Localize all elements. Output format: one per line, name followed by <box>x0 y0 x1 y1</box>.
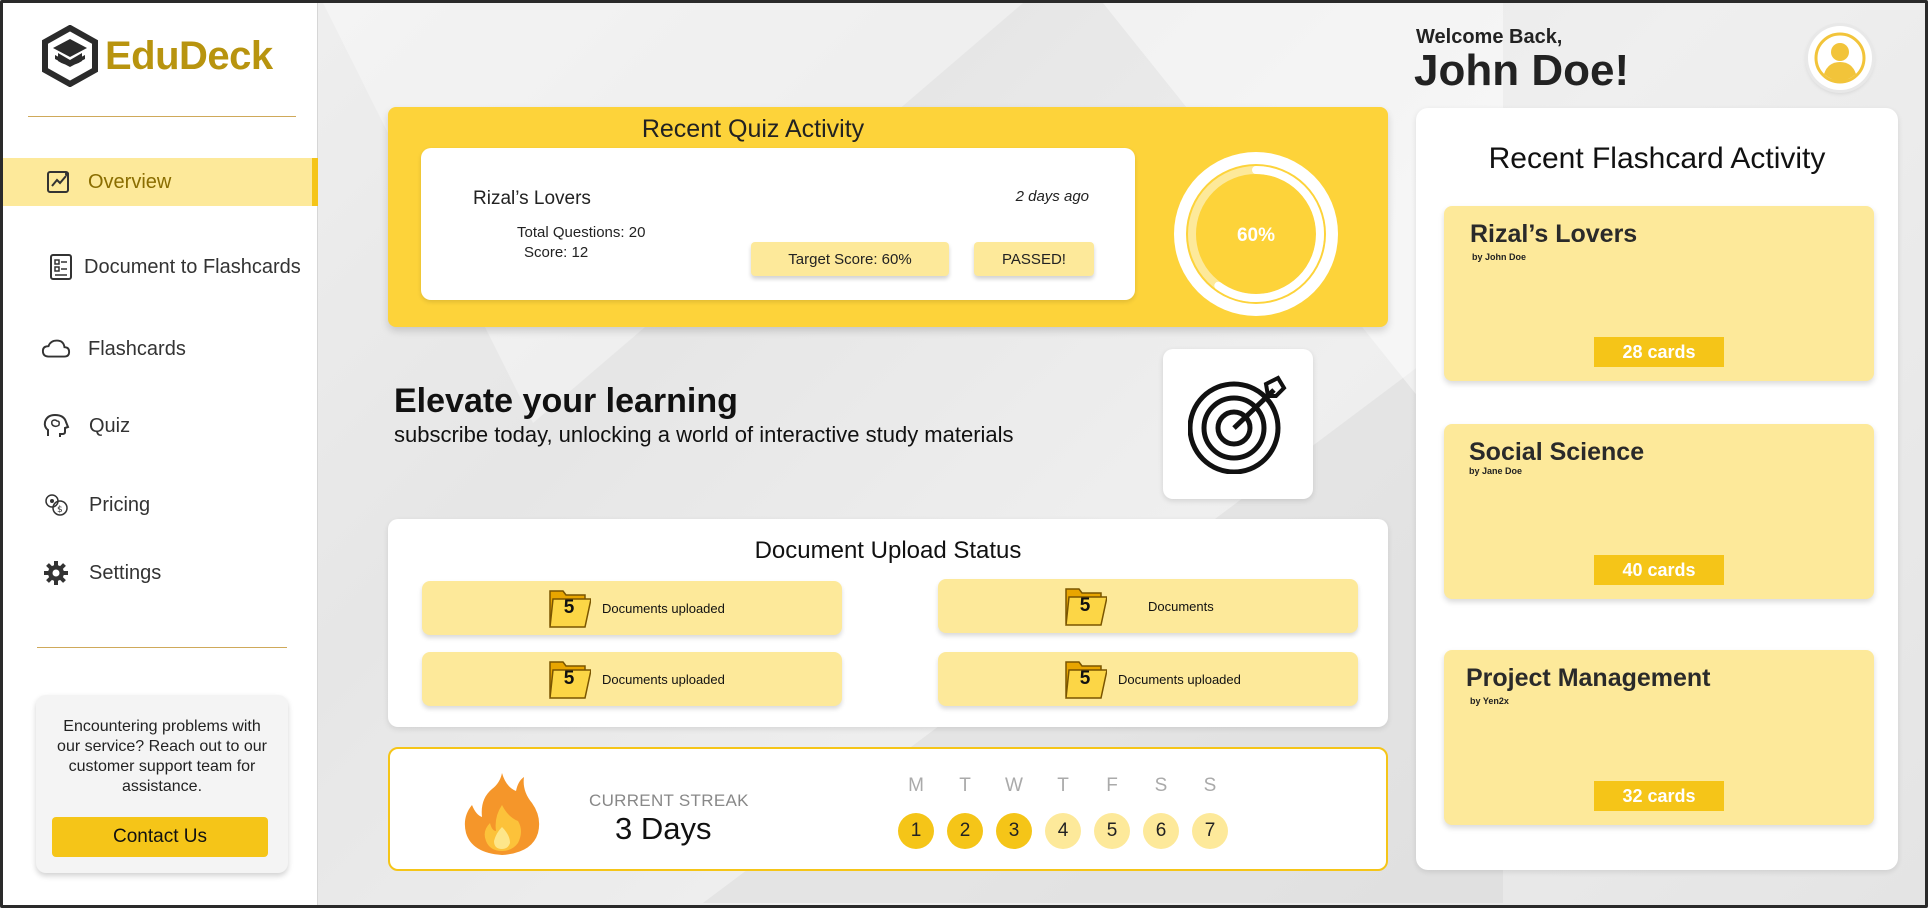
section-title: Recent Quiz Activity <box>641 115 865 143</box>
nav-label: Pricing <box>89 493 151 516</box>
divider <box>28 116 296 117</box>
upload-count: 5 <box>1079 595 1091 616</box>
nav-label: Settings <box>89 561 162 584</box>
weekday-dot[interactable]: 3 <box>996 813 1032 849</box>
upload-count: 5 <box>1079 668 1091 689</box>
weekday-letter: M <box>908 775 924 796</box>
card-count-badge: 40 cards <box>1594 555 1724 585</box>
nav-pricing[interactable]: $ Pricing <box>3 481 318 529</box>
weekday-column: M1 <box>898 775 934 849</box>
upload-label: Documents uploaded <box>602 672 725 687</box>
nav-overview[interactable]: Overview <box>3 158 318 206</box>
quiz-score: Score: 12 <box>524 244 589 261</box>
weekday-column: F5 <box>1094 775 1130 849</box>
upload-item[interactable]: 5 Documents uploaded <box>422 652 842 706</box>
target-icon-card <box>1163 349 1313 499</box>
coins-icon: $ <box>41 490 71 520</box>
flashcard-deck[interactable]: Project Management by Yen2x 32 cards <box>1444 650 1874 825</box>
target-score-badge: Target Score: 60% <box>751 242 949 276</box>
nav-label: Overview <box>88 170 172 193</box>
section-title: Recent Flashcard Activity <box>1488 142 1826 175</box>
quiz-result[interactable]: Rizal’s Lovers 2 days ago Total Question… <box>421 148 1135 300</box>
support-text: Encountering problems with our service? … <box>57 718 267 795</box>
upload-item[interactable]: 5 Documents <box>938 579 1358 633</box>
promo-title: Elevate your learning <box>394 382 738 420</box>
brain-icon <box>41 411 71 441</box>
recent-quiz-card: Recent Quiz Activity Rizal’s Lovers 2 da… <box>388 107 1388 327</box>
divider <box>37 647 287 648</box>
flashcard-deck[interactable]: Rizal’s Lovers by John Doe 28 cards <box>1444 206 1874 381</box>
upload-status-card: Document Upload Status 5 Documents uploa… <box>388 519 1388 727</box>
progress-label: 60% <box>1237 225 1275 246</box>
deck-name: Project Management <box>1466 664 1711 692</box>
weekday-column: S7 <box>1192 775 1228 849</box>
flashcard-deck[interactable]: Social Science by Jane Doe 40 cards <box>1444 424 1874 599</box>
deck-author: by John Doe <box>1472 252 1527 262</box>
quiz-name: Rizal’s Lovers <box>473 188 591 209</box>
score-progress-ring: 60% <box>1172 150 1340 318</box>
weekday-dot[interactable]: 1 <box>898 813 934 849</box>
streak-value: 3 Days <box>615 811 712 846</box>
card-count-badge: 32 cards <box>1594 781 1724 811</box>
promo-subtitle: subscribe today, unlocking a world of in… <box>394 422 1014 447</box>
logo-icon <box>42 25 98 87</box>
deck-name: Social Science <box>1469 438 1645 466</box>
weekday-letter: W <box>1005 775 1023 796</box>
weekday-column: T2 <box>947 775 983 849</box>
brand-name: EduDeck <box>105 33 273 78</box>
upload-item[interactable]: 5 Documents uploaded <box>422 581 842 635</box>
streak-label: CURRENT STREAK <box>589 791 749 810</box>
target-icon <box>1188 375 1287 474</box>
upload-item[interactable]: 5 Documents uploaded <box>938 652 1358 706</box>
weekday-letter: T <box>1057 775 1069 796</box>
contact-us-button[interactable]: Contact Us <box>52 817 268 857</box>
weekday-dot[interactable]: 2 <box>947 813 983 849</box>
deck-author: by Yen2x <box>1470 696 1509 706</box>
deck-author: by Jane Doe <box>1469 466 1523 476</box>
cloud-icon <box>41 334 71 364</box>
quiz-timestamp: 2 days ago <box>1015 188 1089 205</box>
nav-label: Document to Flashcards <box>84 255 301 278</box>
nav-document-to-flashcards[interactable]: Document to Flashcards <box>3 243 318 291</box>
user-name: John Doe! <box>1414 46 1630 95</box>
weekday-letter: F <box>1106 775 1118 796</box>
weekday-dot[interactable]: 5 <box>1094 813 1130 849</box>
upload-count: 5 <box>563 668 575 689</box>
weekday-dot[interactable]: 6 <box>1143 813 1179 849</box>
weekday-letter: S <box>1203 775 1217 796</box>
weekday-column: S6 <box>1143 775 1179 849</box>
weekday-letter: S <box>1154 775 1168 796</box>
support-card: Encountering problems with our service? … <box>36 695 288 873</box>
total-questions: Total Questions: 20 <box>517 224 646 241</box>
document-icon <box>46 252 76 282</box>
user-icon <box>1814 32 1866 84</box>
logo[interactable]: EduDeck <box>41 25 273 87</box>
streak-card: CURRENT STREAK 3 Days M1T2W3T4F5S6S7 <box>388 747 1388 871</box>
sidebar: EduDeck Overview Document to Flashcards … <box>3 3 318 905</box>
weekday-letter: T <box>959 775 971 796</box>
section-title: Document Upload Status <box>754 537 1022 564</box>
upload-count: 5 <box>563 597 575 618</box>
nav-label: Quiz <box>89 414 131 437</box>
weekday-column: W3 <box>996 775 1032 849</box>
upload-label: Documents <box>1148 599 1214 614</box>
nav-flashcards[interactable]: Flashcards <box>3 325 318 373</box>
nav-settings[interactable]: Settings <box>3 549 318 597</box>
weekday-column: T4 <box>1045 775 1081 849</box>
upload-label: Documents uploaded <box>602 601 725 616</box>
chart-icon <box>44 167 74 197</box>
svg-text:$: $ <box>57 505 63 515</box>
flame-icon <box>464 773 540 855</box>
flashcard-activity-panel: Recent Flashcard Activity Rizal’s Lovers… <box>1416 108 1898 870</box>
status-badge: PASSED! <box>974 242 1094 276</box>
weekday-dot[interactable]: 4 <box>1045 813 1081 849</box>
avatar[interactable] <box>1808 26 1872 90</box>
weekday-dot[interactable]: 7 <box>1192 813 1228 849</box>
nav-quiz[interactable]: Quiz <box>3 402 318 450</box>
deck-name: Rizal’s Lovers <box>1470 220 1638 248</box>
gear-icon <box>41 558 71 588</box>
nav-label: Flashcards <box>88 337 186 360</box>
upload-label: Documents uploaded <box>1118 672 1241 687</box>
card-count-badge: 28 cards <box>1594 337 1724 367</box>
